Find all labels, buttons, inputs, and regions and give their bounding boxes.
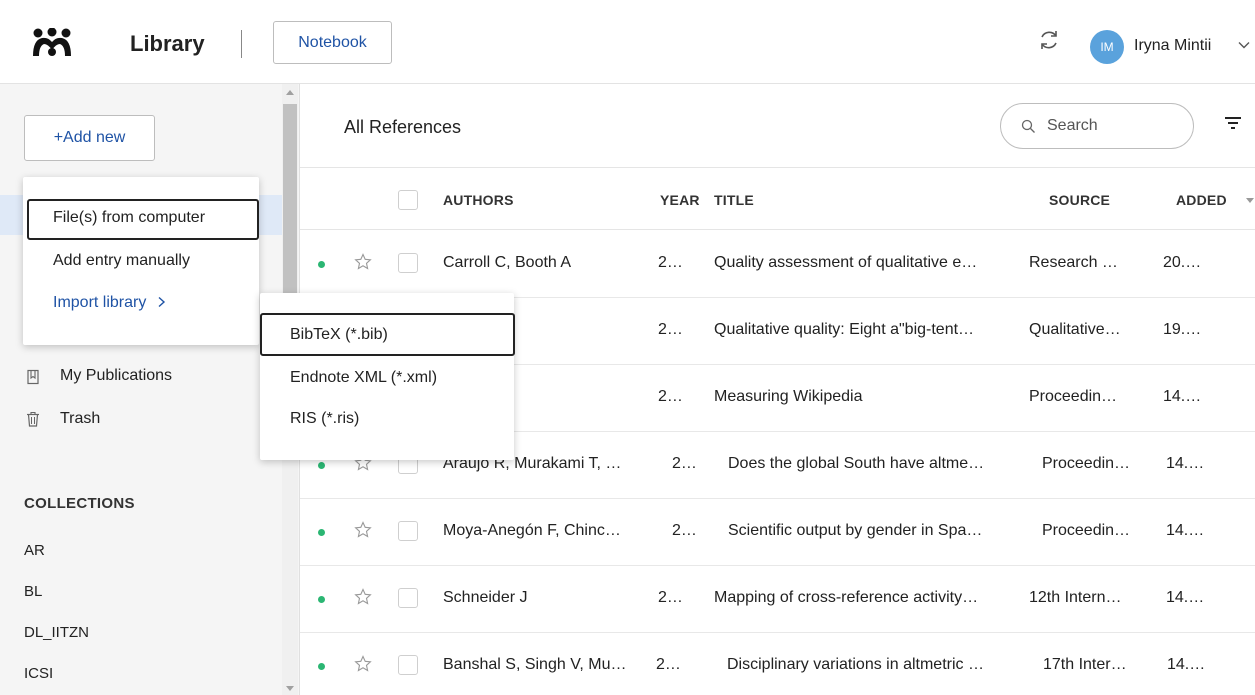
unread-dot-icon xyxy=(318,663,325,670)
cell-authors: Moya-Anegón F, Chinc… xyxy=(443,522,621,539)
column-added[interactable]: ADDED xyxy=(1176,192,1227,208)
cell-title: Qualitative quality: Eight a"big-tent… xyxy=(714,321,975,338)
title-divider xyxy=(241,30,242,58)
unread-dot-icon xyxy=(318,261,325,268)
add-new-menu: File(s) from computer Add entry manually… xyxy=(23,177,259,345)
table-row[interactable]: Schneider J 2… Mapping of cross-referenc… xyxy=(300,566,1255,633)
cell-authors: Banshal S, Singh V, Mu… xyxy=(443,656,627,673)
cell-authors: Schneider J xyxy=(443,589,528,606)
add-new-button[interactable]: +Add new xyxy=(24,115,155,161)
menu-item-ris[interactable]: RIS (*.ris) xyxy=(290,410,359,428)
cell-source: 12th Intern… xyxy=(1029,589,1122,606)
star-icon[interactable] xyxy=(354,588,372,606)
unread-dot-icon xyxy=(318,596,325,603)
chevron-right-icon xyxy=(158,296,165,308)
sidebar: +Add new My Publications Trash COLLECTIO… xyxy=(0,84,300,695)
scrollbar-thumb[interactable] xyxy=(283,104,297,304)
cell-source: Research … xyxy=(1029,254,1118,271)
collection-item[interactable]: AR xyxy=(24,542,45,559)
menu-item-bibtex[interactable]: BibTeX (*.bib) xyxy=(290,326,388,344)
cell-authors: Carroll C, Booth A xyxy=(443,254,572,271)
star-icon[interactable] xyxy=(354,253,372,271)
mendeley-logo[interactable] xyxy=(30,28,74,58)
row-checkbox[interactable] xyxy=(398,253,418,273)
document-icon xyxy=(27,369,39,385)
unread-dot-icon xyxy=(318,529,325,536)
column-year[interactable]: YEAR xyxy=(660,192,700,208)
cell-title: Disciplinary variations in altmetric … xyxy=(727,656,984,673)
cell-title: Mapping of cross-reference activity… xyxy=(714,589,979,606)
cell-year: 2… xyxy=(658,589,683,606)
page-title: All References xyxy=(344,117,462,137)
top-header: Library Notebook IM Iryna Mintii xyxy=(0,0,1255,84)
cell-source: Qualitative… xyxy=(1029,321,1121,338)
search-icon xyxy=(1021,119,1035,133)
select-all-checkbox[interactable] xyxy=(398,190,418,210)
cell-year: 2… xyxy=(658,321,683,338)
cell-year: 2… xyxy=(672,522,697,539)
collection-item[interactable]: BL xyxy=(24,583,42,600)
table-header: AUTHORS YEAR TITLE SOURCE ADDED xyxy=(300,167,1255,230)
sidebar-item-trash[interactable]: Trash xyxy=(60,410,100,428)
cell-source: 17th Inter… xyxy=(1043,656,1127,673)
star-icon[interactable] xyxy=(354,521,372,539)
trash-icon xyxy=(27,411,39,427)
notebook-button[interactable]: Notebook xyxy=(273,21,392,64)
collection-item[interactable]: ICSI xyxy=(24,665,53,682)
cell-year: 2… xyxy=(658,388,683,405)
scroll-down-arrow[interactable] xyxy=(286,686,294,691)
cell-source: Proceedin… xyxy=(1042,455,1131,472)
sidebar-item-my-publications[interactable]: My Publications xyxy=(60,367,172,385)
cell-title: Measuring Wikipedia xyxy=(714,388,863,405)
scroll-up-arrow[interactable] xyxy=(286,90,294,95)
menu-item-endnote-xml[interactable]: Endnote XML (*.xml) xyxy=(290,369,437,387)
collection-item[interactable]: DL_IITZN xyxy=(24,624,89,641)
search-placeholder: Search xyxy=(1047,117,1098,134)
cell-added: 20.… xyxy=(1163,254,1202,271)
sync-icon[interactable] xyxy=(1037,28,1061,52)
chevron-down-icon[interactable] xyxy=(1237,38,1251,52)
app-title: Library xyxy=(130,31,205,56)
column-title[interactable]: TITLE xyxy=(714,192,754,208)
table-row[interactable]: Carroll C, Booth A 2… Quality assessment… xyxy=(300,231,1255,298)
cell-source: Proceedin… xyxy=(1042,522,1131,539)
cell-added: 14.… xyxy=(1163,388,1202,405)
cell-added: 19.… xyxy=(1163,321,1202,338)
collections-header: COLLECTIONS xyxy=(24,495,135,512)
cell-added: 14.… xyxy=(1166,455,1205,472)
cell-source: Proceedin… xyxy=(1029,388,1118,405)
filter-icon[interactable] xyxy=(1224,114,1242,132)
cell-title: Does the global South have altme… xyxy=(728,455,985,472)
search-input[interactable]: Search xyxy=(1000,103,1194,149)
sidebar-item-label: My Publications xyxy=(60,367,173,384)
table-row[interactable]: Banshal S, Singh V, Mu… 2… Disciplinary … xyxy=(300,633,1255,695)
row-checkbox[interactable] xyxy=(398,655,418,675)
sidebar-item-label: Trash xyxy=(60,410,101,427)
star-icon[interactable] xyxy=(354,655,372,673)
row-checkbox[interactable] xyxy=(398,521,418,541)
menu-item-import-library[interactable]: Import library xyxy=(53,294,166,312)
cell-title: Scientific output by gender in Spa… xyxy=(728,522,983,539)
cell-title: Quality assessment of qualitative e… xyxy=(714,254,978,271)
row-checkbox[interactable] xyxy=(398,588,418,608)
avatar[interactable]: IM xyxy=(1090,30,1124,64)
menu-item-add-entry-manually[interactable]: Add entry manually xyxy=(53,252,190,270)
cell-added: 14.… xyxy=(1166,589,1205,606)
cell-added: 14.… xyxy=(1166,522,1205,539)
user-name[interactable]: Iryna Mintii xyxy=(1134,37,1211,55)
unread-dot-icon xyxy=(318,462,325,469)
import-library-label: Import library xyxy=(53,294,147,311)
sort-down-icon[interactable] xyxy=(1246,198,1254,203)
cell-added: 14.… xyxy=(1167,656,1206,673)
cell-year: 2… xyxy=(672,455,697,472)
menu-item-files-from-computer[interactable]: File(s) from computer xyxy=(53,209,205,227)
column-authors[interactable]: AUTHORS xyxy=(443,192,514,208)
column-source[interactable]: SOURCE xyxy=(1049,192,1110,208)
cell-year: 2… xyxy=(658,254,683,271)
cell-year: 2… xyxy=(656,656,681,673)
table-row[interactable]: Moya-Anegón F, Chinc… 2… Scientific outp… xyxy=(300,499,1255,566)
import-library-submenu: BibTeX (*.bib) Endnote XML (*.xml) RIS (… xyxy=(260,293,515,460)
